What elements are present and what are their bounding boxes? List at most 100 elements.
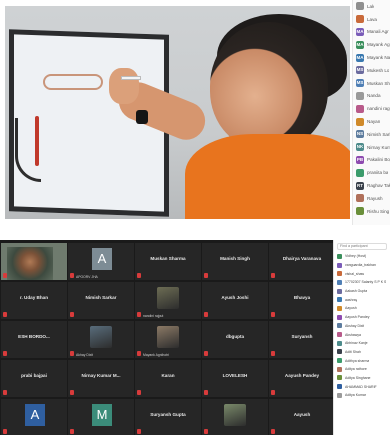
participant-row[interactable]: Adithya sharma [334, 356, 390, 365]
participant-tile[interactable]: Muskan Sharma [135, 243, 201, 280]
participant-avatar [337, 262, 342, 268]
participant-tile[interactable]: Akhay Dixit [68, 321, 134, 358]
muted-mic-icon [271, 312, 275, 317]
participant-name: Rayush [367, 195, 383, 201]
participant-name: Suryansh Gupta [150, 412, 186, 417]
participant-photo [90, 326, 112, 348]
whiteboard-writing [43, 74, 103, 90]
participant-tile[interactable]: LOVELESH [202, 360, 268, 397]
participant-tile[interactable]: ESH BORDO... [1, 321, 67, 358]
participant-row[interactable]: Akshay Dixit [334, 322, 390, 331]
participant-avatar: MA [356, 40, 364, 49]
participant-name: Aayush Pandey [345, 315, 370, 320]
presenter-head [210, 22, 328, 150]
participant-row[interactable]: Aditya rathore [334, 365, 390, 374]
participant-tile[interactable]: r. Uday Bhan [1, 282, 67, 319]
participant-row[interactable]: nandini ragg [353, 102, 390, 115]
participant-row[interactable]: PBPakalini Bojh [353, 154, 390, 167]
participant-avatar [337, 392, 342, 398]
participant-tile[interactable]: Bhavya [269, 282, 335, 319]
whiteboard-mark [35, 116, 39, 166]
participant-tile[interactable]: Mayank Agnihotri [135, 321, 201, 358]
muted-mic-icon [137, 429, 141, 434]
participant-avatar [337, 358, 342, 364]
participant-tile[interactable] [202, 399, 268, 435]
participant-name: Suryansh [291, 334, 313, 339]
participant-row[interactable]: MA Mayank Agr [353, 38, 390, 51]
participant-name: Abhinav Kanje [345, 341, 368, 346]
participant-tile[interactable]: A [1, 399, 67, 435]
participant-row[interactable]: NKNirnay Kuma [353, 141, 390, 154]
participant-tile[interactable]: M [68, 399, 134, 435]
participant-row[interactable]: Vidhey (Host) [334, 252, 390, 261]
participant-name: Raghav Tak [367, 183, 390, 189]
participant-tile[interactable]: Ayush Joshi [202, 282, 268, 319]
participant-tile[interactable]: Aayush [269, 399, 335, 435]
participants-panel[interactable]: Find a participant Vidhey (Host) vanguard… [333, 240, 390, 435]
muted-mic-icon [70, 312, 74, 317]
muted-mic-icon [204, 312, 208, 317]
participant-caption: APOORV JHA [76, 275, 98, 279]
participant-row[interactable]: MS Muskan Sh [353, 77, 390, 90]
participant-name: Nimish Sarkar [85, 295, 117, 300]
participant-tile[interactable]: nandini rajput [135, 282, 201, 319]
participant-avatar [356, 104, 364, 113]
participant-name: Nanda [367, 93, 381, 99]
participant-tile[interactable]: Karan [135, 360, 201, 397]
participant-tile[interactable] [1, 243, 67, 280]
participant-tile[interactable]: Manish Singh [202, 243, 268, 280]
participant-name: vishal_shaw [345, 271, 365, 276]
participant-row[interactable]: Aditya Singhane [334, 374, 390, 383]
participant-avatar [337, 297, 342, 303]
participant-row[interactable]: vishal_shaw [334, 269, 390, 278]
participant-tile[interactable]: dbgupta [202, 321, 268, 358]
participant-name: Nimish Sark [367, 131, 390, 137]
participant-row[interactable]: Akshawya [334, 330, 390, 339]
participant-row[interactable]: Aakash Gupta [334, 287, 390, 296]
participant-row[interactable]: Abhinav Kanje [334, 339, 390, 348]
participant-avatar [356, 207, 364, 216]
participant-tile[interactable]: Suryansh Gupta [135, 399, 201, 435]
participant-tile[interactable]: Nirnay Kumar M... [68, 360, 134, 397]
participant-row[interactable]: Aditya Kumar [334, 391, 390, 400]
participants-panel-top[interactable]: Lak Lava MA Manali Agr MA Mayank Agr MA Mayank … [352, 0, 390, 225]
participant-tile[interactable]: Nimish Sarkar [68, 282, 134, 319]
muted-mic-icon [271, 429, 275, 434]
muted-mic-icon [271, 273, 275, 278]
participant-row[interactable]: RT Raghav Tak [353, 179, 390, 192]
participant-row[interactable]: 17702307 Salanty S P K S [334, 278, 390, 287]
participant-tile[interactable]: prabi bajpai [1, 360, 67, 397]
participant-tile[interactable]: Aayush Pandey [269, 360, 335, 397]
participant-tile[interactable]: Suryansh [269, 321, 335, 358]
participant-list: Vidhey (Host) vanguardia_trakhan vishal_sh… [334, 252, 390, 400]
participant-name: dbgupta [225, 334, 245, 339]
participant-avatar: M [92, 404, 112, 426]
participant-row[interactable]: praniita ba [353, 166, 390, 179]
participant-row[interactable]: Nanda [353, 90, 390, 103]
participant-row[interactable]: Aditi Shah [334, 348, 390, 357]
participant-search-input[interactable]: Find a participant [337, 243, 387, 250]
participant-name: AHAMMAD SHARIF [345, 384, 377, 389]
participant-row[interactable]: Nayan [353, 115, 390, 128]
participant-avatar: MA [356, 53, 364, 62]
participant-name: praniita ba [367, 170, 389, 176]
participant-name: Mayank Na [367, 55, 390, 61]
participant-row[interactable]: NS Nimish Sark [353, 128, 390, 141]
participant-photo [157, 326, 179, 348]
participant-row[interactable]: AHAMMAD SHARIF [334, 382, 390, 391]
participant-row[interactable]: MA Manali Agr [353, 26, 390, 39]
participant-row[interactable]: MA Mayank Na [353, 51, 390, 64]
participant-row[interactable]: vanguardia_trakhan [334, 261, 390, 270]
gallery-grid: A APOORV JHA Muskan Sharma Manish Singh Dhai… [0, 240, 335, 435]
participant-row[interactable]: Rishu Sing [353, 205, 390, 218]
participant-row[interactable]: MS Mukesh Lo [353, 64, 390, 77]
participant-row[interactable]: Lak [353, 0, 390, 13]
participant-row[interactable]: aashray [334, 295, 390, 304]
participant-row[interactable]: Lava [353, 13, 390, 26]
participant-row[interactable]: Rayush [353, 192, 390, 205]
participant-tile[interactable]: Dhairya Varanava [269, 243, 335, 280]
participant-tile[interactable]: A APOORV JHA [68, 243, 134, 280]
participant-row[interactable]: Aayush Pandey [334, 313, 390, 322]
participant-name: Muskan Sh [367, 80, 390, 86]
participant-row[interactable]: Aayush [334, 304, 390, 313]
